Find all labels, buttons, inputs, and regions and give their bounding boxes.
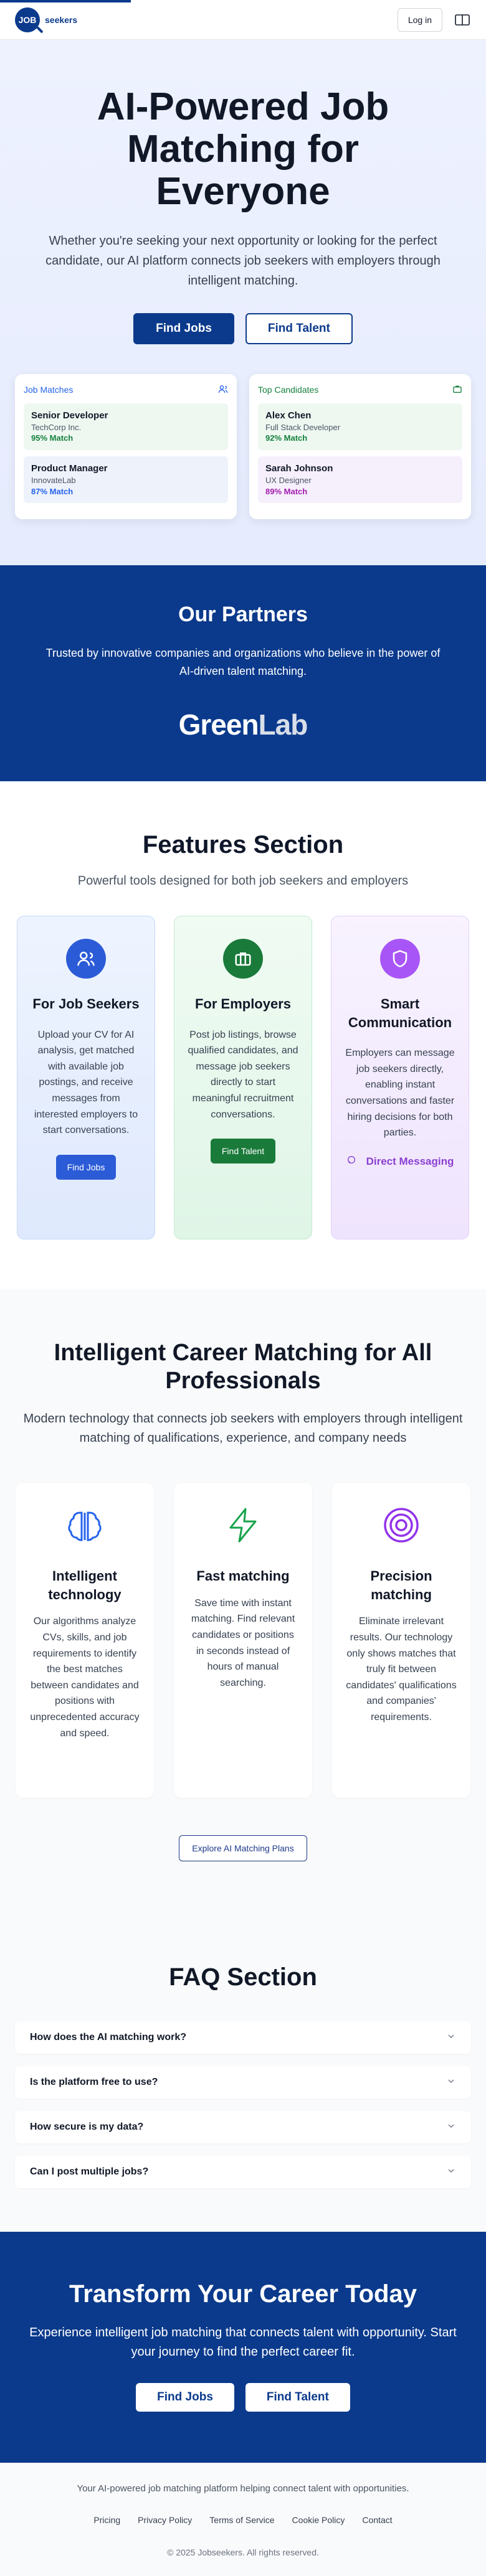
- faq-item[interactable]: How does the AI matching work?: [15, 2021, 471, 2054]
- career-card-title: Fast matching: [196, 1568, 290, 1584]
- hero-subtitle: Whether you're seeking your next opportu…: [45, 233, 441, 288]
- hero-section: AI-Powered Job Matching for Everyone Whe…: [0, 40, 486, 566]
- faq-section: FAQ Section How does the AI matching wor…: [0, 1911, 486, 2232]
- briefcase-icon: [223, 938, 263, 979]
- footer-link-contact[interactable]: Contact: [362, 2515, 392, 2525]
- language-switch-icon[interactable]: [454, 11, 471, 29]
- feature-text: Post job listings, browse qualified cand…: [188, 1029, 298, 1120]
- top-accent-bar: [0, 0, 131, 2]
- feature-title: For Job Seekers: [32, 995, 140, 1012]
- feature-find-jobs-button[interactable]: Find Jobs: [55, 1154, 117, 1180]
- direct-messaging-link[interactable]: Direct Messaging: [346, 1155, 454, 1169]
- shield-icon: [380, 938, 420, 979]
- career-card-title: Intelligent technology: [48, 1568, 122, 1602]
- briefcase-icon: [452, 384, 462, 396]
- career-card-text: Our algorithms analyze CVs, skills, and …: [30, 1616, 140, 1739]
- career-card-fast: Fast matching Save time with instant mat…: [174, 1483, 312, 1798]
- feature-card-job-seekers: For Job Seekers Upload your CV for AI an…: [17, 915, 155, 1239]
- footer-link-terms[interactable]: Terms of Service: [209, 2515, 274, 2525]
- logo-badge: JOB: [15, 7, 40, 32]
- site-footer: Your AI-powered job matching platform he…: [0, 2463, 486, 2576]
- logo[interactable]: JOB seekers: [15, 7, 77, 32]
- lightning-icon: [223, 1505, 263, 1548]
- cta-section: Transform Your Career Today Experience i…: [0, 2232, 486, 2463]
- features-section: Features Section Powerful tools designed…: [0, 781, 486, 1289]
- faq-item[interactable]: Is the platform free to use?: [15, 2066, 471, 2099]
- candidate-item[interactable]: Alex Chen Full Stack Developer 92% Match: [258, 403, 462, 450]
- top-candidates-card: Top Candidates Alex Chen Full Stack Deve…: [249, 374, 471, 520]
- candidate-item[interactable]: Sarah Johnson UX Designer 89% Match: [258, 456, 462, 504]
- faq-item[interactable]: How secure is my data?: [15, 2111, 471, 2144]
- career-card-text: Eliminate irrelevant results. Our techno…: [346, 1616, 457, 1723]
- feature-title: Smart Communication: [348, 995, 452, 1030]
- cta-find-jobs-button[interactable]: Find Jobs: [136, 2383, 234, 2412]
- career-card-precision: Precision matching Eliminate irrelevant …: [332, 1483, 470, 1798]
- career-card-text: Save time with instant matching. Find re…: [191, 1597, 295, 1688]
- job-match-item[interactable]: Senior Developer TechCorp Inc. 95% Match: [24, 403, 228, 450]
- career-card-intelligent: Intelligent technology Our algorithms an…: [16, 1483, 154, 1798]
- footer-link-cookies[interactable]: Cookie Policy: [292, 2515, 345, 2525]
- partners-subtitle: Trusted by innovative companies and orga…: [45, 647, 441, 678]
- copyright: © 2025 Jobseekers. All rights reserved.: [167, 2547, 319, 2558]
- brain-icon: [65, 1505, 105, 1548]
- hero-find-jobs-button[interactable]: Find Jobs: [133, 313, 234, 344]
- chat-bubble-icon: [346, 1155, 356, 1169]
- cta-title: Transform Your Career Today: [69, 2280, 417, 2308]
- career-title: Intelligent Career Matching for All Prof…: [54, 1339, 432, 1394]
- job-match-item[interactable]: Product Manager InnovateLab 87% Match: [24, 456, 228, 504]
- target-icon: [381, 1505, 421, 1548]
- chevron-down-icon: [446, 2031, 456, 2044]
- faq-item[interactable]: Can I post multiple jobs?: [15, 2156, 471, 2189]
- users-icon: [66, 938, 106, 979]
- login-button[interactable]: Log in: [397, 7, 442, 32]
- features-subtitle: Powerful tools designed for both job see…: [77, 873, 409, 888]
- footer-link-pricing[interactable]: Pricing: [93, 2515, 120, 2525]
- cta-subtitle: Experience intelligent job matching that…: [29, 2326, 457, 2359]
- feature-text: Upload your CV for AI analysis, get matc…: [34, 1029, 138, 1136]
- explore-plans-button[interactable]: Explore AI Matching Plans: [179, 1835, 307, 1862]
- chevron-down-icon: [446, 2166, 456, 2179]
- feature-find-talent-button[interactable]: Find Talent: [210, 1139, 276, 1164]
- hero-title: AI-Powered Job Matching for Everyone: [97, 85, 389, 214]
- chevron-down-icon: [446, 2076, 456, 2089]
- feature-text: Employers can message job seekers direct…: [345, 1048, 455, 1139]
- career-matching-section: Intelligent Career Matching for All Prof…: [0, 1289, 486, 1912]
- footer-link-privacy[interactable]: Privacy Policy: [138, 2515, 192, 2525]
- feature-card-employers: For Employers Post job listings, browse …: [174, 915, 312, 1239]
- features-title: Features Section: [142, 830, 344, 858]
- logo-text: seekers: [45, 14, 78, 25]
- users-icon: [218, 384, 228, 396]
- chevron-down-icon: [446, 2121, 456, 2134]
- feature-card-communication: Smart Communication Employers can messag…: [331, 915, 469, 1239]
- top-candidates-title: Top Candidates: [258, 385, 319, 395]
- job-matches-title: Job Matches: [24, 385, 74, 395]
- career-subtitle: Modern technology that connects job seek…: [23, 1412, 463, 1445]
- faq-title: FAQ Section: [169, 1963, 317, 1991]
- feature-title: For Employers: [194, 995, 292, 1012]
- hero-find-talent-button[interactable]: Find Talent: [245, 313, 353, 344]
- partners-title: Our Partners: [178, 603, 308, 627]
- cta-find-talent-button[interactable]: Find Talent: [245, 2383, 350, 2412]
- job-matches-card: Job Matches Senior Developer TechCorp In…: [15, 374, 237, 520]
- partners-section: Our Partners Trusted by innovative compa…: [0, 565, 486, 781]
- footer-tagline: Your AI-powered job matching platform he…: [77, 2483, 409, 2494]
- partner-logo-greenlab[interactable]: GreenLab: [15, 708, 471, 741]
- site-header: JOB seekers Log in: [0, 0, 486, 40]
- footer-links: Pricing Privacy Policy Terms of Service …: [15, 2515, 471, 2525]
- career-card-title: Precision matching: [370, 1568, 432, 1602]
